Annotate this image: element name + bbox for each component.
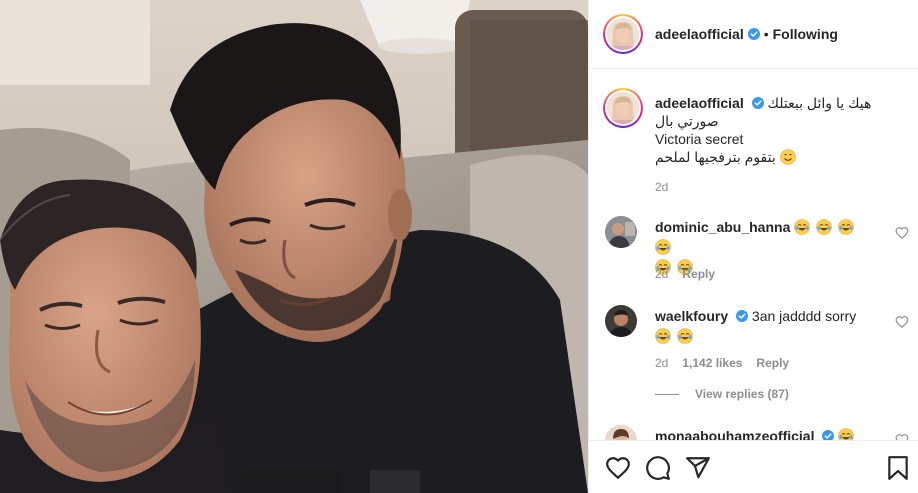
tears-of-joy-emoji-icon xyxy=(794,219,811,235)
comment-like-heart-icon[interactable] xyxy=(895,315,909,329)
avatar-photo xyxy=(605,425,637,440)
verified-badge-icon xyxy=(736,310,749,322)
bookmark-icon[interactable] xyxy=(885,455,911,481)
comment-like-heart-icon[interactable] xyxy=(895,226,909,240)
comment-body: waelkfoury 3an jadddd sorry xyxy=(655,306,873,346)
commenter-avatar[interactable] xyxy=(605,425,637,440)
avatar-photo xyxy=(605,305,637,337)
comment-like-heart-icon[interactable] xyxy=(895,433,909,440)
author-avatar[interactable] xyxy=(603,14,643,54)
caption-author-avatar[interactable] xyxy=(603,88,643,128)
avatar-photo xyxy=(607,18,639,50)
avatar-photo xyxy=(605,216,637,248)
avatar-photo xyxy=(607,92,639,124)
caption-line-4: بتقوم بترفجيها لملحم xyxy=(655,149,776,165)
comment-timestamp[interactable]: 2d xyxy=(655,356,668,370)
commenter-avatar[interactable] xyxy=(605,305,637,337)
view-replies-button[interactable]: View replies (87) xyxy=(655,387,789,401)
post-header: adeelaofficial • Following xyxy=(589,0,918,69)
tears-of-joy-emoji-icon xyxy=(655,239,671,255)
comments-list[interactable]: adeelaofficial هيك يا وائل ببعتلك صورتي … xyxy=(589,70,918,440)
tears-of-joy-emoji-icon xyxy=(838,428,855,440)
view-replies-label: View replies (87) xyxy=(695,387,789,401)
caption-username[interactable]: adeelaofficial xyxy=(655,95,744,111)
comment-username[interactable]: monaabouhamzeofficial xyxy=(655,428,814,440)
following-button[interactable]: Following xyxy=(773,26,838,42)
post-action-bar xyxy=(589,440,918,493)
reply-button[interactable]: Reply xyxy=(682,267,715,281)
caption-line-3: Victoria secret xyxy=(655,131,744,147)
verified-badge-icon xyxy=(747,28,760,40)
caption-line-2: صورتي بال xyxy=(655,113,719,129)
comment-likes-count[interactable]: 1,142 likes xyxy=(682,356,742,370)
view-replies-divider xyxy=(655,393,679,395)
tears-of-joy-emoji-icon xyxy=(816,219,832,235)
author-username[interactable]: adeelaofficial xyxy=(655,26,744,42)
caption-text: adeelaofficial هيك يا وائل ببعتلك صورتي … xyxy=(655,94,905,166)
commenter-avatar[interactable] xyxy=(605,216,637,248)
caption-timestamp[interactable]: 2d xyxy=(655,180,668,194)
comment-timestamp[interactable]: 2d xyxy=(655,267,668,281)
comment-meta: 2d Reply xyxy=(655,267,729,281)
comment-username[interactable]: waelkfoury xyxy=(655,308,728,324)
smiling-face-emoji-icon xyxy=(779,149,796,165)
verified-badge-icon xyxy=(751,97,764,109)
verified-badge-icon xyxy=(822,430,835,440)
post-media[interactable] xyxy=(0,0,588,493)
tears-of-joy-emoji-icon xyxy=(655,328,671,344)
caption-line-1: هيك يا وائل ببعتلك xyxy=(767,95,872,111)
comment-text: 3an jadddd sorry xyxy=(751,308,857,324)
comment-username[interactable]: dominic_abu_hanna xyxy=(655,219,790,235)
tears-of-joy-emoji-icon xyxy=(838,219,854,235)
post-photo xyxy=(0,0,588,493)
reply-button[interactable]: Reply xyxy=(756,356,789,370)
header-separator: • xyxy=(763,26,769,42)
heart-icon[interactable] xyxy=(605,455,631,481)
comment-body: monaabouhamzeofficial xyxy=(655,426,895,440)
comment-meta: 2d 1,142 likes Reply xyxy=(655,356,803,370)
tears-of-joy-emoji-icon xyxy=(677,328,693,344)
comment-icon[interactable] xyxy=(645,455,671,481)
post-side-panel: adeelaofficial • Following adeelaofficia… xyxy=(588,0,918,493)
paper-plane-icon[interactable] xyxy=(685,455,711,481)
